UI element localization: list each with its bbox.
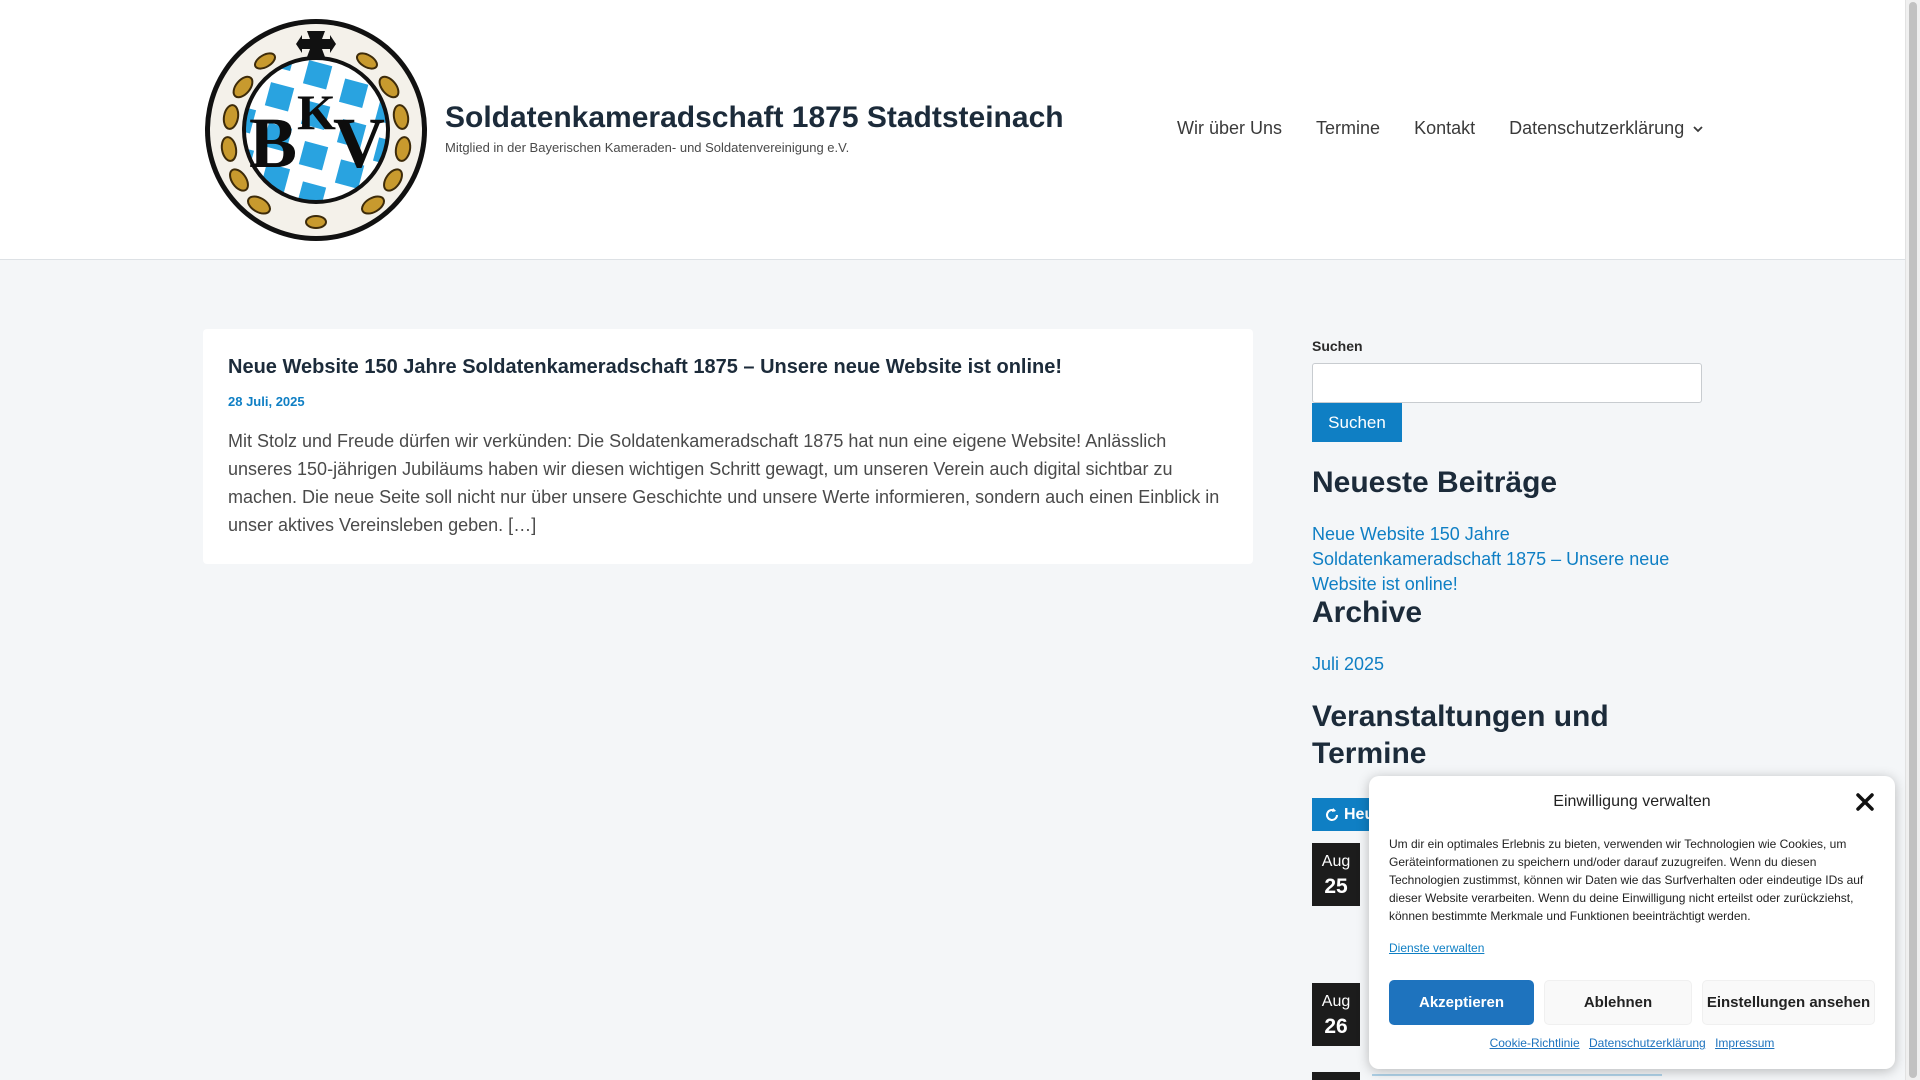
event-month: Aug xyxy=(1321,993,1351,1010)
events-heading: Veranstaltungen und Termine xyxy=(1312,700,1609,770)
imprint-link[interactable]: Impressum xyxy=(1715,1036,1774,1050)
post-date[interactable]: 28 Juli, 2025 xyxy=(228,394,305,409)
close-icon[interactable] xyxy=(1855,792,1875,812)
search-input[interactable] xyxy=(1312,363,1702,403)
nav-item-label: Termine xyxy=(1316,118,1381,138)
post-excerpt: Mit Stolz und Freude dürfen wir verkünde… xyxy=(228,431,1220,535)
consent-dialog: Einwilligung verwalten Um dir ein optima… xyxy=(1369,776,1895,1069)
chevron-down-icon xyxy=(1693,125,1703,132)
search-label: Suchen xyxy=(1312,338,1363,354)
nav-item-datenschutzerklaerung[interactable]: Datenschutzerklärung xyxy=(1492,118,1721,139)
recent-posts-heading: Neueste Beiträge xyxy=(1312,466,1558,499)
archive-link-juli-2025[interactable]: Juli 2025 xyxy=(1312,652,1384,677)
deny-button[interactable]: Ablehnen xyxy=(1544,980,1692,1025)
nav-item-wir-ueber-uns[interactable]: Wir über Uns xyxy=(1160,118,1299,139)
nav-item-label: Wir über Uns xyxy=(1177,118,1283,138)
logo[interactable]: B K V xyxy=(203,17,429,243)
main-nav: Wir über Uns Termine Kontakt Datenschutz… xyxy=(1160,118,1721,139)
svg-text:V: V xyxy=(333,103,385,183)
svg-text:B: B xyxy=(249,103,297,183)
consent-text: Um dir ein optimales Erlebnis zu bieten,… xyxy=(1389,837,1864,923)
event-day: 25 xyxy=(1324,875,1348,898)
view-preferences-button[interactable]: Einstellungen ansehen xyxy=(1702,980,1875,1025)
event-month: Aug xyxy=(1321,853,1351,870)
page-scrollbar[interactable] xyxy=(1905,0,1920,1080)
privacy-policy-link[interactable]: Datenschutzerklärung xyxy=(1589,1036,1706,1050)
recent-post-link[interactable]: Neue Website 150 Jahre Soldatenkameradsc… xyxy=(1312,522,1702,597)
event-link-partial[interactable] xyxy=(1372,1074,1662,1080)
event-date-badge: Aug 26 xyxy=(1312,983,1360,1046)
cookie-policy-link[interactable]: Cookie-Richtlinie xyxy=(1490,1036,1580,1050)
scrollbar-thumb[interactable] xyxy=(1909,2,1917,1078)
consent-title: Einwilligung verwalten xyxy=(1553,793,1711,810)
search-button[interactable]: Suchen xyxy=(1312,403,1402,442)
post-card: Neue Website 150 Jahre Soldatenkameradsc… xyxy=(203,329,1253,564)
nav-item-label: Kontakt xyxy=(1414,118,1476,138)
svg-text:K: K xyxy=(297,84,336,140)
consent-links: Cookie-Richtlinie Datenschutzerklärung I… xyxy=(1369,1036,1895,1050)
site-tagline: Mitglied in der Bayerischen Kameraden- u… xyxy=(445,140,850,155)
accept-button[interactable]: Akzeptieren xyxy=(1389,980,1534,1025)
refresh-icon xyxy=(1326,807,1338,821)
site-title[interactable]: Soldatenkameradschaft 1875 Stadtsteinach xyxy=(445,101,1064,135)
event-date-badge: Aug 25 xyxy=(1312,843,1360,906)
nav-item-kontakt[interactable]: Kontakt xyxy=(1397,118,1492,139)
event-date-badge-partial xyxy=(1312,1072,1360,1080)
archive-heading: Archive xyxy=(1312,596,1423,629)
post-title[interactable]: Neue Website 150 Jahre Soldatenkameradsc… xyxy=(228,356,1228,379)
event-day: 26 xyxy=(1324,1015,1348,1038)
nav-item-termine[interactable]: Termine xyxy=(1299,118,1397,139)
manage-services-link[interactable]: Dienste verwalten xyxy=(1389,941,1484,955)
nav-item-label: Datenschutzerklärung xyxy=(1509,118,1685,138)
site-header: B K V Soldatenkameradschaft 1875 Stadtst… xyxy=(0,0,1905,260)
